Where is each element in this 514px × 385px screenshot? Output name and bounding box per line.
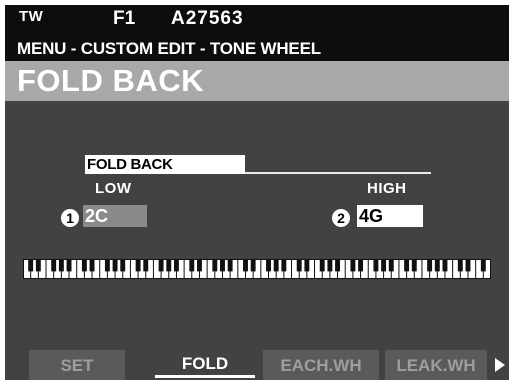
- display-screen: TW F1 A27563 MENU - CUSTOM EDIT - TONE W…: [5, 5, 509, 380]
- parameter-marker-2: 2: [332, 209, 350, 227]
- high-label: HIGH: [367, 180, 407, 197]
- arrow-right-icon[interactable]: [495, 358, 505, 372]
- active-tab-underline: [155, 375, 255, 378]
- header: TW F1 A27563 MENU - CUSTOM EDIT - TONE W…: [5, 5, 509, 61]
- mode-indicator: TW: [19, 8, 44, 25]
- section-divider: [245, 172, 431, 174]
- title-bar: FOLD BACK: [5, 61, 509, 101]
- parameter-marker-1: 1: [61, 209, 79, 227]
- low-label: LOW: [95, 180, 132, 197]
- foldback-section-label: FOLD BACK: [85, 155, 245, 174]
- patch-name: A27563: [171, 8, 244, 29]
- page-title: FOLD BACK: [17, 63, 205, 98]
- tab-leak-wh[interactable]: LEAK.WH: [385, 350, 487, 380]
- tab-fold-label: FOLD: [181, 354, 229, 373]
- tab-each-wh[interactable]: EACH.WH: [263, 350, 379, 380]
- keyboard-icon: [23, 259, 491, 279]
- tab-fold[interactable]: FOLD: [153, 350, 257, 380]
- low-foldback-field[interactable]: 2C: [83, 205, 147, 227]
- patch-number: F1: [113, 8, 136, 29]
- breadcrumb: MENU - CUSTOM EDIT - TONE WHEEL: [17, 39, 321, 58]
- high-foldback-field[interactable]: 4G: [357, 205, 423, 227]
- tab-set[interactable]: SET: [29, 350, 125, 380]
